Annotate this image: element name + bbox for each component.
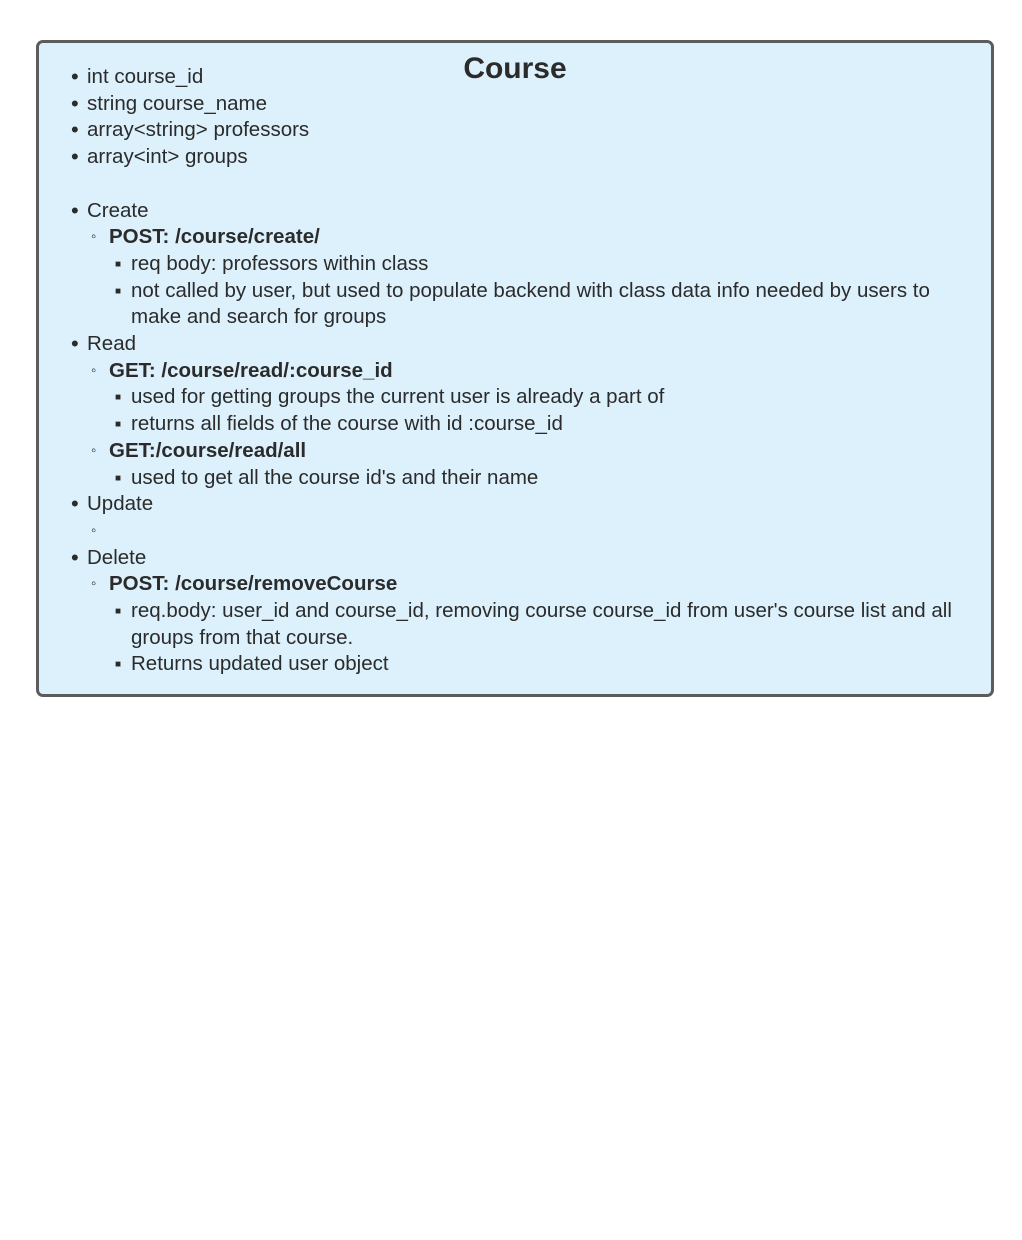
note-item: ■ req.body: user_id and course_id, remov… bbox=[69, 598, 979, 651]
crud-section-update: • Update bbox=[69, 491, 979, 518]
bullet-circle-icon: ◦ bbox=[91, 441, 97, 459]
bullet-dot-icon: • bbox=[71, 331, 79, 357]
bullet-square-icon: ■ bbox=[115, 606, 122, 618]
endpoint-item-empty: ◦ bbox=[69, 518, 979, 545]
course-class-box: Course • int course_id • string course_n… bbox=[36, 40, 994, 697]
bullet-dot-icon: • bbox=[71, 90, 79, 116]
crud-section-delete: • Delete bbox=[69, 545, 979, 572]
endpoint-text: GET: /course/read/:course_id bbox=[109, 358, 393, 382]
bullet-dot-icon: • bbox=[71, 491, 79, 517]
endpoint-text bbox=[109, 519, 115, 542]
note-item: ■ used for getting groups the current us… bbox=[69, 384, 979, 411]
endpoint-item: ◦ GET: /course/read/:course_id bbox=[69, 358, 979, 385]
note-text: req.body: user_id and course_id, removin… bbox=[131, 599, 952, 649]
bullet-dot-icon: • bbox=[71, 64, 79, 89]
note-item: ■ not called by user, but used to popula… bbox=[69, 278, 979, 331]
bullet-dot-icon: • bbox=[71, 544, 79, 570]
bullet-square-icon: ■ bbox=[115, 659, 122, 671]
crud-label: Create bbox=[87, 198, 149, 222]
crud-section-create: • Create bbox=[69, 198, 979, 225]
field-text: string course_name bbox=[87, 91, 268, 115]
bullet-square-icon: ■ bbox=[115, 472, 122, 484]
endpoint-text: POST: /course/create/ bbox=[109, 225, 320, 249]
bullet-circle-icon: ◦ bbox=[91, 228, 97, 246]
bullet-circle-icon: ◦ bbox=[91, 575, 97, 593]
bullet-dot-icon: • bbox=[71, 197, 79, 223]
field-text: array<int> groups bbox=[87, 145, 248, 169]
endpoint-item: ◦ POST: /course/removeCourse bbox=[69, 571, 979, 598]
endpoint-item: ◦ GET:/course/read/all bbox=[69, 438, 979, 465]
note-text: Returns updated user object bbox=[131, 652, 389, 676]
endpoint-text: POST: /course/removeCourse bbox=[109, 572, 398, 596]
bullet-square-icon: ■ bbox=[115, 258, 122, 270]
crud-label: Read bbox=[87, 332, 137, 356]
note-item: ■ used to get all the course id's and th… bbox=[69, 465, 979, 492]
crud-section-read: • Read bbox=[69, 331, 979, 358]
note-text: used for getting groups the current user… bbox=[131, 385, 665, 409]
endpoint-item: ◦ POST: /course/create/ bbox=[69, 224, 979, 251]
field-item: • array<string> professors bbox=[69, 117, 979, 144]
note-item: ■ returns all fields of the course with … bbox=[69, 411, 979, 438]
field-item: • string course_name bbox=[69, 91, 979, 118]
class-content: • int course_id • string course_name • a… bbox=[69, 64, 979, 678]
note-text: used to get all the course id's and thei… bbox=[131, 465, 539, 489]
bullet-circle-icon: ◦ bbox=[91, 521, 97, 539]
bullet-circle-icon: ◦ bbox=[91, 361, 97, 379]
bullet-dot-icon: • bbox=[71, 144, 79, 170]
field-text: int course_id bbox=[87, 65, 204, 88]
bullet-square-icon: ■ bbox=[115, 392, 122, 404]
note-item: ■ Returns updated user object bbox=[69, 651, 979, 678]
endpoint-text: GET:/course/read/all bbox=[109, 438, 307, 462]
field-item: • array<int> groups bbox=[69, 144, 979, 171]
field-text: array<string> professors bbox=[87, 118, 310, 142]
crud-label: Update bbox=[87, 492, 154, 516]
field-item: • int course_id bbox=[69, 64, 979, 91]
note-item: ■ req body: professors within class bbox=[69, 251, 979, 278]
note-text: returns all fields of the course with id… bbox=[131, 412, 563, 436]
note-text: not called by user, but used to populate… bbox=[131, 278, 930, 329]
note-text: req body: professors within class bbox=[131, 251, 429, 275]
bullet-square-icon: ■ bbox=[115, 419, 122, 431]
crud-label: Delete bbox=[87, 545, 147, 569]
bullet-square-icon: ■ bbox=[115, 285, 122, 297]
bullet-dot-icon: • bbox=[71, 117, 79, 143]
